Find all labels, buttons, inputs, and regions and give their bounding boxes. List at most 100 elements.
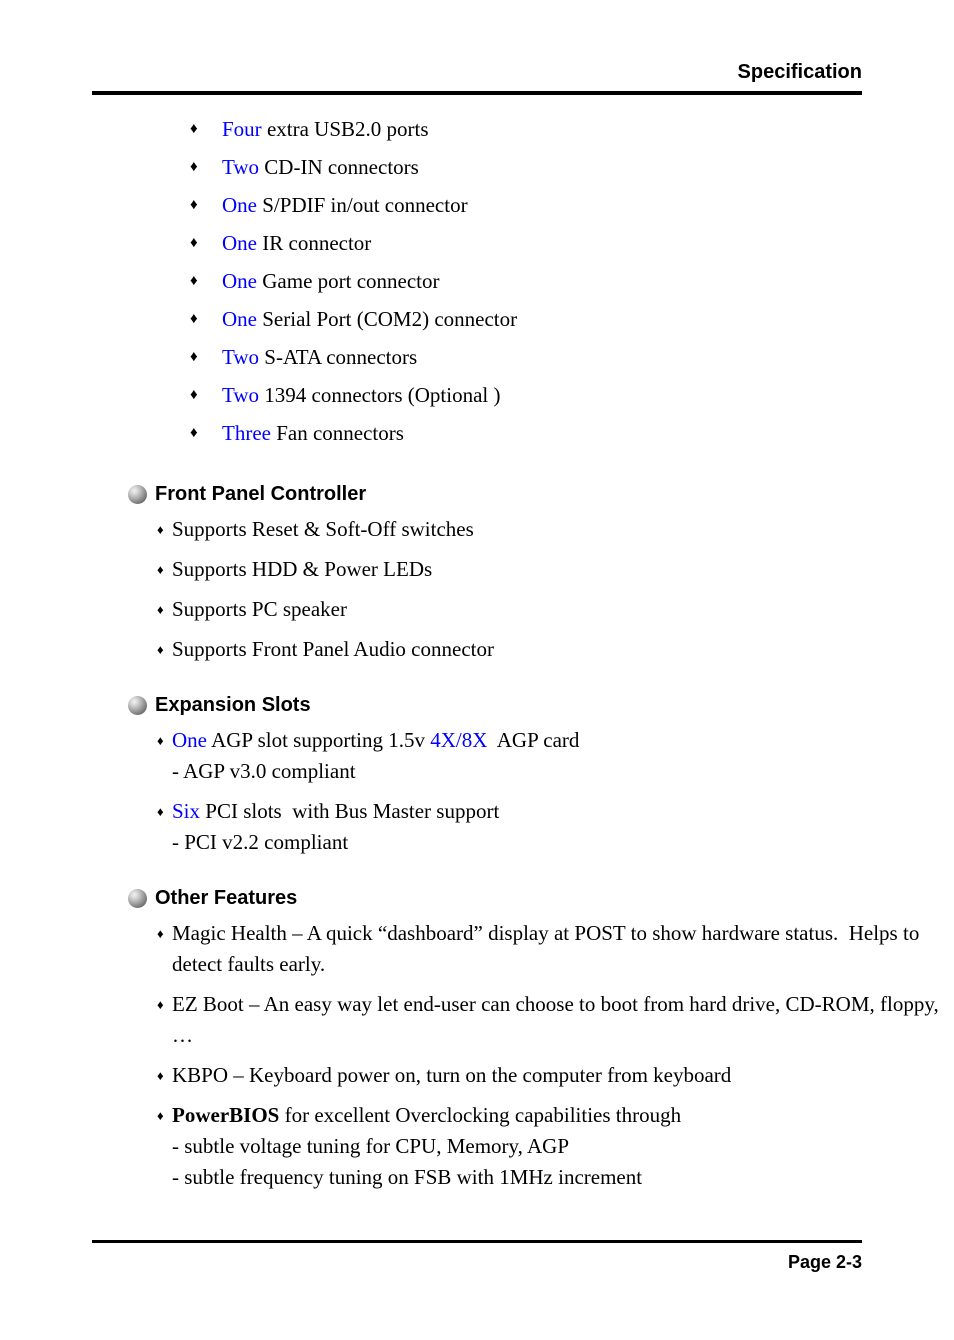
quantity-label: Six [172, 799, 201, 823]
list-item: ♦ Two S-ATA connectors [0, 346, 954, 384]
diamond-bullet-icon: ♦ [157, 642, 164, 657]
quantity-label: Three [222, 421, 271, 445]
page-header: Specification [92, 60, 862, 95]
sub-detail-item: - AGP v3.0 compliant [172, 759, 356, 783]
section-heading: Other Features [0, 886, 954, 918]
quantity-label: Two [222, 155, 260, 179]
item-text: Game port connector [257, 269, 440, 293]
item-text: S-ATA connectors [259, 345, 418, 369]
diamond-bullet-icon: ♦ [190, 273, 198, 289]
sphere-bullet-icon [128, 696, 147, 715]
list-item: ♦ Three Fan connectors [0, 422, 954, 460]
quantity-label: Four [222, 117, 262, 141]
header-title: Specification [737, 61, 862, 83]
item-text-tail: AGP card [487, 728, 580, 752]
quantity-label: Two [222, 345, 260, 369]
list-item: ♦ Supports PC speaker [0, 594, 954, 625]
list-item: ♦ Four extra USB2.0 ports [0, 118, 954, 156]
diamond-bullet-icon: ♦ [157, 804, 164, 819]
list-item: ♦ One IR connector [0, 232, 954, 270]
item-text: extra USB2.0 ports [261, 117, 429, 141]
quantity-label: One [222, 231, 257, 255]
diamond-bullet-icon: ♦ [157, 602, 164, 617]
section-heading: Front Panel Controller [0, 482, 954, 514]
item-text: PCI slots with Bus Master support [200, 799, 500, 823]
diamond-bullet-icon: ♦ [157, 522, 164, 537]
diamond-bullet-icon: ♦ [157, 562, 164, 577]
section-front-panel-controller: Front Panel Controller ♦ Supports Reset … [0, 482, 954, 665]
item-text: Supports Reset & Soft-Off switches [172, 517, 474, 541]
item-text: Supports Front Panel Audio connector [172, 637, 494, 661]
sphere-bullet-icon [128, 889, 147, 908]
list-item: ♦ EZ Boot – An easy way let end-user can… [0, 989, 954, 1051]
document-page: Specification ♦ Four extra USB2.0 ports … [0, 0, 954, 1340]
quantity-label: One [222, 193, 257, 217]
diamond-bullet-icon: ♦ [190, 159, 198, 175]
diamond-bullet-icon: ♦ [190, 425, 198, 441]
sphere-bullet-icon [128, 485, 147, 504]
item-text: Serial Port (COM2) connector [257, 307, 518, 331]
section-heading: Expansion Slots [0, 693, 954, 725]
header-rule [92, 91, 862, 95]
item-text: S/PDIF in/out connector [257, 193, 468, 217]
item-text: for excellent Overclocking capabilities … [279, 1103, 682, 1127]
item-text: AGP slot supporting 1.5v [207, 728, 431, 752]
diamond-bullet-icon: ♦ [190, 349, 198, 365]
footer-rule [92, 1240, 862, 1243]
diamond-bullet-icon: ♦ [190, 311, 198, 327]
list-item: ♦ Supports Front Panel Audio connector [0, 634, 954, 665]
list-item: ♦ Six PCI slots with Bus Master support [0, 796, 954, 827]
sub-detail-item: - PCI v2.2 compliant [172, 830, 349, 854]
list-item: ♦ One S/PDIF in/out connector [0, 194, 954, 232]
front-panel-feature-list: ♦ Supports Reset & Soft-Off switches ♦ S… [0, 514, 954, 665]
item-text: CD-IN connectors [259, 155, 419, 179]
list-item: ♦ One Game port connector [0, 270, 954, 308]
list-item: ♦ KBPO – Keyboard power on, turn on the … [0, 1060, 954, 1091]
item-text: Supports HDD & Power LEDs [172, 557, 433, 581]
page-number: Page 2-3 [787, 1252, 862, 1272]
list-item: ♦ Magic Health – A quick “dashboard” dis… [0, 918, 954, 980]
item-text: IR connector [257, 231, 372, 255]
diamond-bullet-icon: ♦ [190, 235, 198, 251]
item-text: Fan connectors [270, 421, 404, 445]
section-heading-label: Expansion Slots [155, 694, 311, 716]
section-other-features: Other Features ♦ Magic Health – A quick … [0, 886, 954, 1193]
sub-detail-item: - subtle frequency tuning on FSB with 1M… [172, 1165, 643, 1189]
quantity-label: One [222, 269, 257, 293]
list-item: ♦ One AGP slot supporting 1.5v 4X/8X AGP… [0, 725, 954, 756]
item-text: 1394 connectors (Optional ) [259, 383, 501, 407]
quantity-label: Two [222, 383, 260, 407]
connector-list: ♦ Four extra USB2.0 ports ♦ Two CD-IN co… [0, 118, 954, 460]
item-text: KBPO – Keyboard power on, turn on the co… [172, 1063, 732, 1087]
diamond-bullet-icon: ♦ [190, 387, 198, 403]
diamond-bullet-icon: ♦ [190, 121, 198, 137]
quantity-label: One [172, 728, 207, 752]
quantity-label: One [222, 307, 257, 331]
diamond-bullet-icon: ♦ [157, 997, 164, 1012]
expansion-slot-list: ♦ One AGP slot supporting 1.5v 4X/8X AGP… [0, 725, 954, 858]
section-heading-label: Other Features [155, 887, 298, 909]
diamond-bullet-icon: ♦ [157, 1108, 164, 1123]
list-item: ♦ Two CD-IN connectors [0, 156, 954, 194]
item-text: Magic Health – A quick “dashboard” displ… [172, 921, 920, 976]
list-item: ♦ Supports HDD & Power LEDs [0, 554, 954, 585]
page-footer: Page 2-3 [92, 1240, 862, 1273]
list-item: ♦ Supports Reset & Soft-Off switches [0, 514, 954, 545]
list-item: ♦ One Serial Port (COM2) connector [0, 308, 954, 346]
list-item: ♦ Two 1394 connectors (Optional ) [0, 384, 954, 422]
diamond-bullet-icon: ♦ [157, 733, 164, 748]
powerbios-label: PowerBIOS [172, 1103, 280, 1127]
agp-speed-label: 4X/8X [430, 728, 488, 752]
section-heading-label: Front Panel Controller [155, 483, 367, 505]
other-features-list: ♦ Magic Health – A quick “dashboard” dis… [0, 918, 954, 1193]
item-text: EZ Boot – An easy way let end-user can c… [172, 992, 939, 1047]
